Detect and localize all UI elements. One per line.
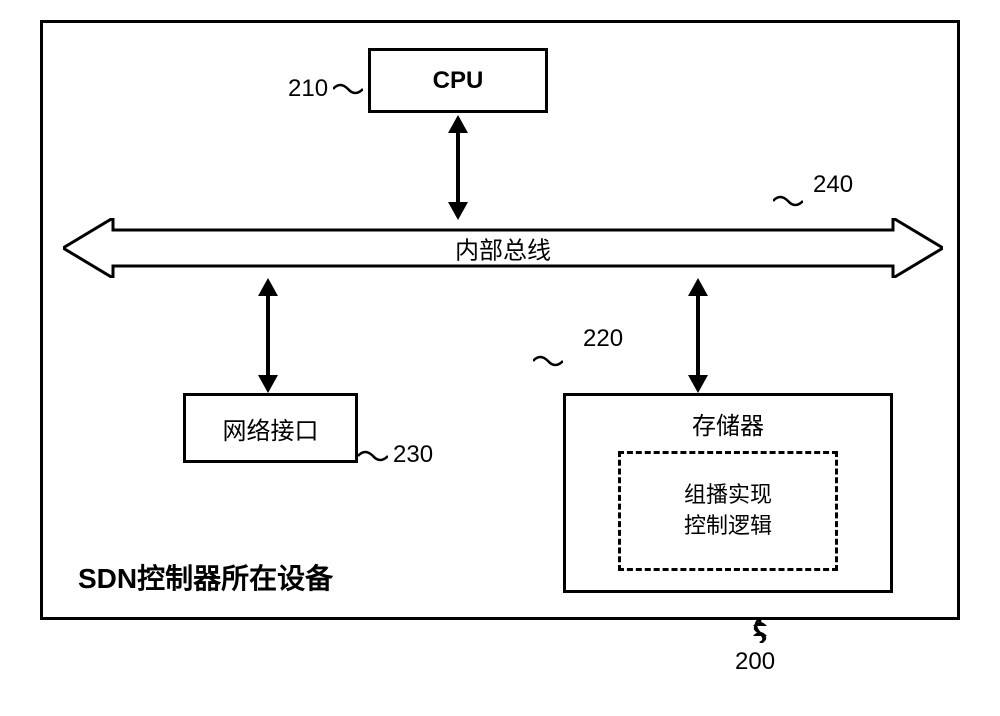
memory-label: 存储器 bbox=[566, 406, 890, 441]
arrow-bus-memory bbox=[683, 278, 713, 393]
arrow-cpu-bus bbox=[443, 115, 473, 220]
squiggle-220 bbox=[533, 353, 563, 368]
ref-220: 220 bbox=[583, 325, 623, 353]
network-label: 网络接口 bbox=[223, 411, 319, 446]
logic-label: 组播实现 控制逻辑 bbox=[684, 480, 772, 542]
ref-200: 200 bbox=[735, 648, 775, 676]
ref-230: 230 bbox=[393, 441, 433, 469]
ref-240: 240 bbox=[813, 171, 853, 199]
squiggle-200 bbox=[745, 618, 775, 643]
arrow-bus-network bbox=[253, 278, 283, 393]
memory-box: 存储器 组播实现 控制逻辑 bbox=[563, 393, 893, 593]
multicast-logic-box: 组播实现 控制逻辑 bbox=[618, 451, 838, 571]
internal-bus: 内部总线 bbox=[63, 218, 943, 278]
cpu-label: CPU bbox=[433, 67, 484, 95]
squiggle-230 bbox=[358, 448, 388, 463]
squiggle-240 bbox=[773, 193, 803, 208]
network-interface-box: 网络接口 bbox=[183, 393, 358, 463]
cpu-box: CPU bbox=[368, 48, 548, 113]
sdn-device-container: CPU 210 内部总线 240 网络接口 230 存储器 bbox=[40, 20, 960, 620]
sdn-device-label: SDN控制器所在设备 bbox=[78, 557, 333, 597]
squiggle-210 bbox=[333, 81, 363, 96]
ref-210: 210 bbox=[288, 75, 328, 103]
bus-label: 内部总线 bbox=[455, 231, 551, 266]
